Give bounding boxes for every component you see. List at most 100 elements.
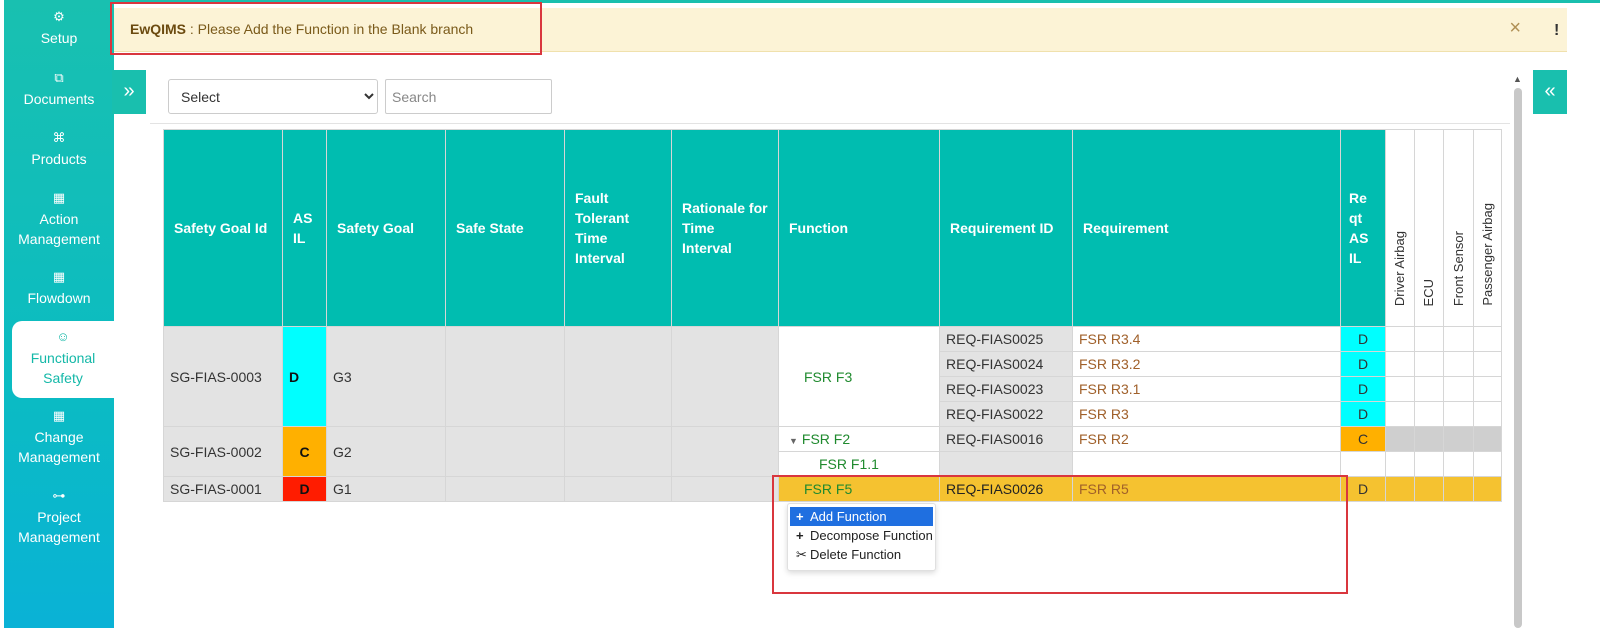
component-cell[interactable] bbox=[1414, 476, 1444, 502]
component-cell[interactable] bbox=[1443, 326, 1474, 352]
function-cell[interactable]: ▼ FSR F2 bbox=[778, 426, 940, 452]
menu-item-delete-function[interactable]: ✂ Delete Function bbox=[788, 545, 935, 564]
requirement-id-cell[interactable]: REQ-FIAS0024 bbox=[939, 351, 1073, 377]
component-cell[interactable] bbox=[1473, 376, 1502, 402]
component-cell[interactable] bbox=[1385, 376, 1415, 402]
component-cell[interactable] bbox=[1443, 401, 1474, 427]
col-header-safe-state[interactable]: Safe State bbox=[445, 129, 565, 327]
table-row[interactable]: SG-FIAS-0002 C G2 ▼ FSR F2 REQ-FIAS0016 F… bbox=[163, 426, 1502, 477]
rationale-cell[interactable] bbox=[671, 476, 779, 502]
col-header-function[interactable]: Function bbox=[778, 129, 940, 327]
ftti-cell[interactable] bbox=[564, 476, 672, 502]
alert-highlight-box bbox=[110, 2, 542, 55]
safety-goal-id-cell[interactable]: SG-FIAS-0002 bbox=[163, 426, 283, 477]
rationale-cell[interactable] bbox=[671, 326, 779, 427]
col-header-rationale[interactable]: Rationale for Time Interval bbox=[671, 129, 779, 327]
col-header-ftti[interactable]: Fault Tolerant Time Interval bbox=[564, 129, 672, 327]
ftti-cell[interactable] bbox=[564, 326, 672, 427]
col-header-front-sensor[interactable]: Front Sensor bbox=[1443, 129, 1474, 327]
search-input[interactable] bbox=[385, 79, 552, 114]
menu-item-add-function[interactable]: + Add Function bbox=[790, 507, 933, 526]
requirement-id-cell[interactable]: REQ-FIAS0025 bbox=[939, 326, 1073, 352]
requirement-cell[interactable] bbox=[1072, 451, 1341, 477]
close-icon[interactable]: × bbox=[1509, 17, 1521, 40]
component-cell[interactable] bbox=[1385, 426, 1415, 452]
filter-select[interactable]: Select bbox=[168, 79, 378, 114]
component-cell[interactable] bbox=[1414, 376, 1444, 402]
component-cell[interactable] bbox=[1385, 326, 1415, 352]
component-cell[interactable] bbox=[1414, 426, 1444, 452]
col-header-passenger-airbag[interactable]: Passenger Airbag bbox=[1473, 129, 1502, 327]
component-cell[interactable] bbox=[1385, 401, 1415, 427]
menu-item-decompose-function[interactable]: + Decompose Function bbox=[788, 526, 935, 545]
requirement-id-cell[interactable]: REQ-FIAS0016 bbox=[939, 426, 1073, 452]
component-cell[interactable] bbox=[1443, 351, 1474, 377]
ftti-cell[interactable] bbox=[564, 426, 672, 477]
col-header-driver-airbag[interactable]: Driver Airbag bbox=[1385, 129, 1415, 327]
component-cell[interactable] bbox=[1473, 451, 1502, 477]
component-cell[interactable] bbox=[1473, 326, 1502, 352]
component-cell[interactable] bbox=[1473, 351, 1502, 377]
expand-left-panel-button[interactable]: » bbox=[112, 70, 146, 114]
scroll-up-arrow-icon[interactable]: ▲ bbox=[1513, 74, 1522, 84]
col-header-reqt-asil[interactable]: Reqt ASIL bbox=[1340, 129, 1386, 327]
component-cell[interactable] bbox=[1414, 451, 1444, 477]
vertical-scrollbar[interactable] bbox=[1514, 88, 1522, 628]
sidebar-item-documents[interactable]: ⧉ Documents bbox=[4, 69, 114, 109]
col-header-ecu[interactable]: ECU bbox=[1414, 129, 1444, 327]
component-cell[interactable] bbox=[1473, 426, 1502, 452]
component-cell[interactable] bbox=[1443, 376, 1474, 402]
component-cell[interactable] bbox=[1385, 351, 1415, 377]
col-header-requirement-id[interactable]: Requirement ID bbox=[939, 129, 1073, 327]
reqt-asil-cell: C bbox=[1340, 426, 1386, 452]
component-cell[interactable] bbox=[1473, 401, 1502, 427]
component-cell[interactable] bbox=[1443, 426, 1474, 452]
expand-right-panel-button[interactable]: « bbox=[1533, 70, 1567, 114]
sidebar-item-project-management[interactable]: ⊶ Project Management bbox=[4, 487, 114, 547]
component-cell[interactable] bbox=[1414, 351, 1444, 377]
sidebar-item-flowdown[interactable]: ▦ Flowdown bbox=[4, 268, 114, 308]
notification-badge[interactable]: ! bbox=[1554, 22, 1559, 40]
component-cell[interactable] bbox=[1443, 451, 1474, 477]
plus-icon: + bbox=[796, 509, 804, 524]
requirement-cell[interactable]: FSR R3 bbox=[1072, 401, 1341, 427]
sidebar-item-products[interactable]: ⌘ Products bbox=[4, 129, 114, 169]
subfunction-cell[interactable]: FSR F1.1 bbox=[778, 451, 940, 477]
col-header-requirement[interactable]: Requirement bbox=[1072, 129, 1341, 327]
component-cell[interactable] bbox=[1473, 476, 1502, 502]
caret-down-icon[interactable]: ▼ bbox=[789, 436, 798, 446]
sidebar: ⚙ Setup ⧉ Documents ⌘ Products ▦ Action … bbox=[4, 0, 114, 628]
safe-state-cell[interactable] bbox=[445, 476, 565, 502]
sidebar-item-setup[interactable]: ⚙ Setup bbox=[4, 8, 114, 48]
component-cell[interactable] bbox=[1414, 326, 1444, 352]
requirement-cell[interactable]: FSR R3.4 bbox=[1072, 326, 1341, 352]
function-cell[interactable]: FSR F3 bbox=[778, 326, 940, 427]
safety-goal-cell[interactable]: G3 bbox=[326, 326, 446, 427]
sidebar-item-action-management[interactable]: ▦ Action Management bbox=[4, 189, 114, 249]
component-cell[interactable] bbox=[1385, 451, 1415, 477]
requirement-cell[interactable]: FSR R3.2 bbox=[1072, 351, 1341, 377]
safety-goal-id-cell[interactable]: SG-FIAS-0001 bbox=[163, 476, 283, 502]
component-cell[interactable] bbox=[1414, 401, 1444, 427]
component-cell[interactable] bbox=[1385, 476, 1415, 502]
requirement-id-cell[interactable]: REQ-FIAS0022 bbox=[939, 401, 1073, 427]
col-header-asil[interactable]: ASIL bbox=[282, 129, 327, 327]
requirement-id-cell[interactable] bbox=[939, 451, 1073, 477]
safe-state-cell[interactable] bbox=[445, 426, 565, 477]
sidebar-item-change-management[interactable]: ▦ Change Management bbox=[4, 407, 114, 467]
component-cell[interactable] bbox=[1443, 476, 1474, 502]
col-header-safety-goal-id[interactable]: Safety Goal Id bbox=[163, 129, 283, 327]
safety-goal-cell[interactable]: G1 bbox=[326, 476, 446, 502]
requirement-cell[interactable]: FSR R2 bbox=[1072, 426, 1341, 452]
rationale-cell[interactable] bbox=[671, 426, 779, 477]
safety-goal-id-cell[interactable]: SG-FIAS-0003 bbox=[163, 326, 283, 427]
safety-goal-cell[interactable]: G2 bbox=[326, 426, 446, 477]
sidebar-item-functional-safety[interactable]: ☺ Functional Safety bbox=[12, 321, 114, 398]
safe-state-cell[interactable] bbox=[445, 326, 565, 427]
gears-icon: ⚙ bbox=[53, 9, 65, 24]
table-row[interactable]: SG-FIAS-0003 D G3 FSR F3 REQ-FIAS0025 FS… bbox=[163, 326, 1502, 427]
col-header-safety-goal[interactable]: Safety Goal bbox=[326, 129, 446, 327]
requirement-id-cell[interactable]: REQ-FIAS0023 bbox=[939, 376, 1073, 402]
col-header-label: Front Sensor bbox=[1450, 230, 1466, 306]
requirement-cell[interactable]: FSR R3.1 bbox=[1072, 376, 1341, 402]
